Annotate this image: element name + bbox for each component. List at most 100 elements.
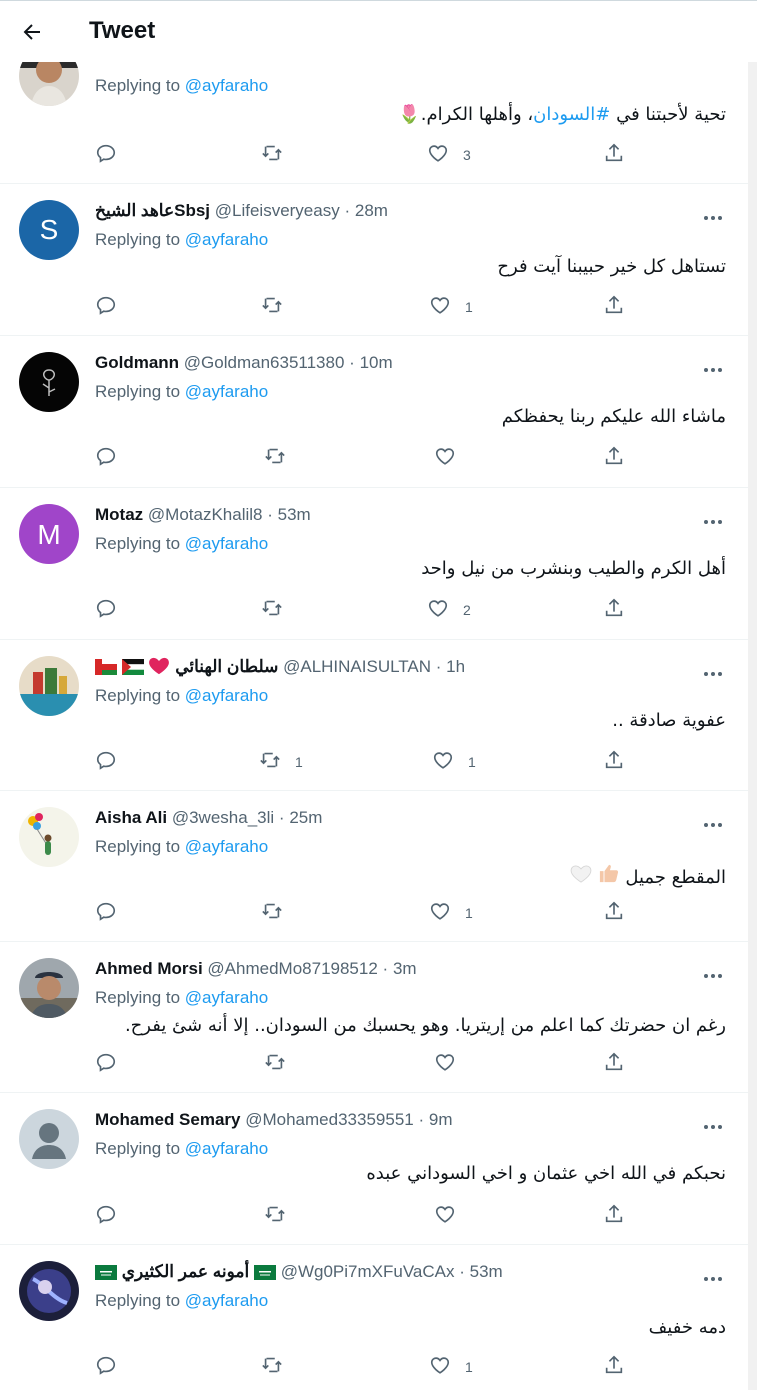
timestamp[interactable]: 53m [470, 1262, 503, 1281]
display-name[interactable]: Motaz [95, 505, 143, 524]
reply-tweet[interactable]: Mohamed Semary @Mohamed33359551 · 9m Rep… [0, 1093, 748, 1245]
user-handle[interactable]: @Wg0Pi7mXFuVaCAx [281, 1262, 455, 1281]
replying-to: Replying to @ayfaraho [95, 686, 269, 705]
display-name[interactable]: Goldmann [95, 353, 179, 372]
more-options-icon[interactable] [702, 357, 724, 372]
reply-button[interactable] [95, 1204, 131, 1228]
avatar[interactable] [19, 656, 79, 716]
reply-tweet[interactable]: M Motaz @MotazKhalil8 · 53m Replying to … [0, 488, 748, 640]
mention-link[interactable]: @ayfaraho [185, 76, 268, 95]
avatar[interactable] [19, 1261, 79, 1321]
reply-button[interactable] [95, 598, 131, 622]
retweet-button[interactable]: 1 [259, 750, 303, 774]
avatar[interactable] [19, 352, 79, 412]
avatar[interactable]: S [19, 200, 79, 260]
retweet-button[interactable] [264, 1204, 300, 1228]
retweet-button[interactable] [261, 295, 297, 319]
like-button[interactable]: 3 [427, 143, 471, 167]
share-button[interactable] [603, 295, 625, 319]
more-options-icon[interactable] [702, 1266, 724, 1281]
share-button[interactable] [603, 1052, 625, 1076]
retweet-button[interactable] [261, 598, 297, 622]
retweet-button[interactable] [264, 1052, 300, 1076]
timestamp[interactable]: 1h [446, 657, 465, 676]
like-button[interactable] [434, 446, 470, 470]
display-name[interactable]: سلطان الهنائي [175, 657, 278, 676]
like-button[interactable]: 1 [432, 750, 476, 774]
display-name[interactable]: Ahmed Morsi [95, 959, 203, 978]
timestamp[interactable]: 3m [393, 959, 417, 978]
share-button[interactable] [603, 446, 625, 470]
reply-button[interactable] [95, 446, 131, 470]
share-button[interactable] [603, 1204, 625, 1228]
reply-button[interactable] [95, 295, 131, 319]
display-name[interactable]: أمونه عمر الكثيري [122, 1262, 250, 1281]
more-options-icon[interactable] [702, 812, 724, 827]
user-handle[interactable]: @MotazKhalil8 [148, 505, 263, 524]
display-name[interactable]: عاهد الشيخSbsj [95, 201, 210, 220]
mention-link[interactable]: @ayfaraho [185, 837, 268, 856]
like-button[interactable]: 1 [429, 1355, 473, 1379]
share-button[interactable] [603, 143, 625, 167]
reply-button[interactable] [95, 1355, 131, 1379]
back-arrow-icon[interactable] [20, 20, 44, 44]
like-button[interactable] [434, 1204, 470, 1228]
retweet-button[interactable] [261, 1355, 297, 1379]
avatar[interactable] [19, 1109, 79, 1169]
timestamp[interactable]: 10m [360, 353, 393, 372]
mention-link[interactable]: @ayfaraho [185, 1291, 268, 1310]
like-button[interactable] [434, 1052, 470, 1076]
timestamp[interactable]: 25m [289, 808, 322, 827]
user-handle[interactable]: @3wesha_3li [172, 808, 274, 827]
mention-link[interactable]: @ayfaraho [185, 230, 268, 249]
reply-tweet[interactable]: أمونه عمر الكثيري @Wg0Pi7mXFuVaCAx · 53m… [0, 1245, 748, 1390]
user-handle[interactable]: @AhmedMo87198512 [207, 959, 377, 978]
scrollbar[interactable] [748, 62, 757, 1390]
more-options-icon[interactable] [702, 509, 724, 524]
user-handle[interactable]: @ALHINAISULTAN [283, 657, 431, 676]
mention-link[interactable]: @ayfaraho [185, 1139, 268, 1158]
mention-link[interactable]: @ayfaraho [185, 988, 268, 1007]
avatar[interactable] [19, 807, 79, 867]
reply-tweet[interactable]: S عاهد الشيخSbsj @Lifeisveryeasy · 28m R… [0, 184, 748, 336]
display-name[interactable]: Aisha Ali [95, 808, 167, 827]
retweet-button[interactable] [264, 446, 300, 470]
reply-tweet[interactable]: Aisha Ali @3wesha_3li · 25m Replying to … [0, 791, 748, 942]
mention-link[interactable]: @ayfaraho [185, 534, 268, 553]
share-button[interactable] [603, 750, 625, 774]
share-button[interactable] [603, 901, 625, 925]
share-button[interactable] [603, 1355, 625, 1379]
avatar[interactable]: M [19, 504, 79, 564]
reply-tweet[interactable]: Goldmann @Goldman63511380 · 10m Replying… [0, 336, 748, 488]
timestamp[interactable]: 9m [429, 1110, 453, 1129]
user-handle[interactable]: @Lifeisveryeasy [215, 201, 340, 220]
avatar[interactable] [19, 958, 79, 1018]
share-icon [603, 445, 625, 471]
mention-link[interactable]: @ayfaraho [185, 686, 268, 705]
mention-link[interactable]: @ayfaraho [185, 382, 268, 401]
timestamp[interactable]: 53m [278, 505, 311, 524]
more-options-icon[interactable] [702, 661, 724, 676]
retweet-button[interactable] [261, 901, 297, 925]
like-button[interactable]: 1 [429, 901, 473, 925]
reply-tweet[interactable]: Ahmed Morsi @AhmedMo87198512 · 3m Replyi… [0, 942, 748, 1093]
user-handle[interactable]: @Mohamed33359551 [245, 1110, 414, 1129]
reply-button[interactable] [95, 901, 131, 925]
reply-button[interactable] [95, 143, 131, 167]
reply-button[interactable] [95, 750, 131, 774]
timestamp[interactable]: 28m [355, 201, 388, 220]
like-button[interactable]: 2 [427, 598, 471, 622]
saudi-flag-icon [95, 1265, 117, 1285]
like-button[interactable]: 1 [429, 295, 473, 319]
retweet-button[interactable] [261, 143, 297, 167]
share-button[interactable] [603, 598, 625, 622]
reply-button[interactable] [95, 1052, 131, 1076]
more-options-icon[interactable] [702, 1114, 724, 1129]
user-handle[interactable]: @Goldman63511380 [184, 353, 345, 372]
more-options-icon[interactable] [702, 963, 724, 978]
display-name[interactable]: Mohamed Semary [95, 1110, 241, 1129]
replying-to: Replying to @ayfaraho [95, 988, 269, 1007]
reply-tweet[interactable]: سلطان الهنائي @ALHINAISULTAN · 1h Replyi… [0, 640, 748, 791]
more-options-icon[interactable] [702, 205, 724, 220]
hashtag-link[interactable]: #السودان [533, 104, 610, 125]
